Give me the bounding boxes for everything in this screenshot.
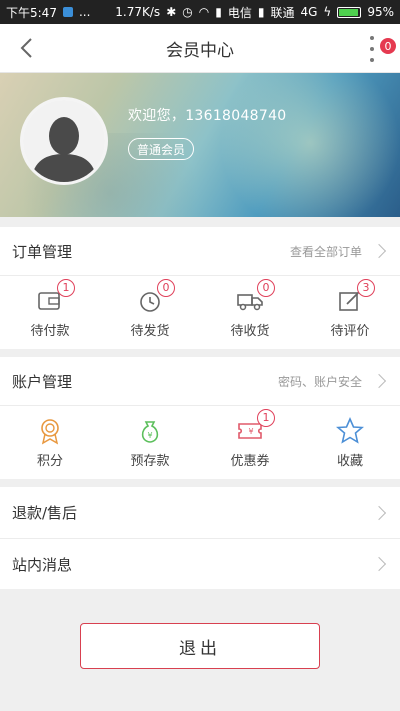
pending-receipt-badge: 0 — [257, 278, 275, 297]
status-battery: 95% — [367, 5, 394, 19]
chevron-right-icon — [371, 243, 387, 259]
bluetooth-icon: ✱ — [166, 5, 177, 19]
signal-icon: ▮ — [215, 5, 222, 19]
status-bar: 下午5:47 ... 1.77K/s ✱ ◷ ◠ ▮ 电信 ▮ 联通 4G ϟ … — [0, 0, 400, 24]
medal-icon — [41, 418, 59, 444]
orders-label: 订单管理 — [12, 242, 73, 261]
more-dot — [370, 58, 374, 62]
points-item[interactable]: 积分 — [0, 406, 100, 479]
wifi-icon: ◠ — [198, 5, 210, 19]
battery-fill — [339, 8, 359, 16]
messages-label: 站内消息 — [12, 555, 73, 574]
chevron-right-icon — [371, 505, 387, 520]
battery-icon — [337, 6, 362, 18]
more-button[interactable] — [366, 36, 378, 62]
status-time: 下午5:47 — [6, 5, 57, 20]
alarm-icon: ◷ — [182, 5, 193, 19]
status-carrier2: 联通 — [270, 5, 295, 20]
account-security-link[interactable]: 密码、账户安全 — [278, 373, 362, 390]
more-badge: 0 — [380, 38, 396, 54]
page-title: 会员中心 — [166, 40, 234, 61]
app-bar: 会员中心 0 — [0, 24, 400, 73]
hero-glow — [210, 73, 400, 217]
account-item-label: 积分 — [36, 453, 63, 469]
account-section: 账户管理 密码、账户安全 积分 ¥ 预存款 ¥ 1 优惠券 收藏 — [0, 357, 400, 479]
chevron-left-icon — [20, 38, 32, 58]
favorites-item[interactable]: 收藏 — [300, 406, 400, 479]
more-dot — [370, 36, 374, 40]
account-item-label: 优惠券 — [230, 453, 270, 469]
signal-icon: ▮ — [257, 5, 265, 19]
pending-shipment-badge: 0 — [157, 278, 175, 297]
avatar[interactable] — [20, 97, 108, 185]
account-item-label: 收藏 — [336, 453, 363, 469]
pending-payment-badge: 1 — [57, 278, 75, 297]
messages-row[interactable]: 站内消息 — [0, 539, 400, 589]
back-button[interactable] — [12, 34, 40, 62]
menu-section: 退款/售后 站内消息 — [0, 487, 400, 589]
order-item-label: 待评价 — [330, 323, 370, 339]
orders-header[interactable]: 订单管理 查看全部订单 — [0, 227, 400, 276]
order-pending-shipment[interactable]: 0 待发货 — [100, 276, 200, 349]
order-pending-payment[interactable]: 1 待付款 — [0, 276, 100, 349]
member-level-badge: 普通会员 — [128, 138, 195, 160]
svg-text:¥: ¥ — [147, 431, 152, 440]
order-pending-review[interactable]: 3 待评价 — [300, 276, 400, 349]
deposit-item[interactable]: ¥ 预存款 — [100, 406, 200, 479]
order-pending-receipt[interactable]: 0 待收货 — [200, 276, 300, 349]
account-header[interactable]: 账户管理 密码、账户安全 — [0, 357, 400, 406]
user-silhouette-icon — [23, 100, 105, 182]
status-dots: ... — [78, 5, 91, 19]
orders-section: 订单管理 查看全部订单 1 待付款 0 待发货 0 待收货 3 待评价 — [0, 227, 400, 349]
pending-review-badge: 3 — [357, 278, 375, 297]
refund-label: 退款/售后 — [12, 504, 78, 522]
order-item-label: 待付款 — [30, 323, 70, 339]
star-icon — [336, 416, 364, 444]
welcome-text: 欢迎您，13618048740 — [128, 108, 287, 124]
coupon-item[interactable]: ¥ 1 优惠券 — [200, 406, 300, 479]
account-item-label: 预存款 — [130, 453, 170, 469]
svg-text:¥: ¥ — [248, 427, 253, 436]
refund-row[interactable]: 退款/售后 — [0, 487, 400, 539]
view-all-orders-link[interactable]: 查看全部订单 — [290, 243, 362, 260]
chevron-right-icon — [371, 556, 387, 572]
profile-header: 欢迎您，13618048740 普通会员 — [0, 73, 400, 217]
more-dot — [370, 47, 374, 51]
account-label: 账户管理 — [12, 372, 73, 391]
charging-icon: ϟ — [323, 5, 332, 19]
money-bag-icon: ¥ — [141, 420, 159, 443]
order-item-label: 待发货 — [130, 323, 170, 339]
status-carrier1: 电信 — [227, 5, 252, 20]
chevron-right-icon — [371, 373, 387, 389]
order-item-label: 待收货 — [230, 323, 270, 339]
logout-button[interactable]: 退出 — [80, 623, 320, 669]
status-speed: 1.77K/s — [115, 5, 161, 19]
coupon-badge: 1 — [257, 408, 275, 427]
status-network: 4G — [300, 5, 318, 19]
notification-icon — [62, 7, 73, 17]
